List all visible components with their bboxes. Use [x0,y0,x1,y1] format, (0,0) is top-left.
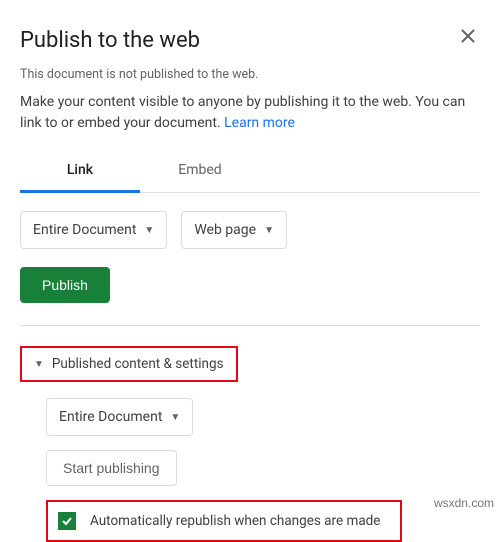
scope-dropdown-label: Entire Document [33,222,136,238]
settings-header-label: Published content & settings [52,356,224,372]
published-content-settings-toggle[interactable]: ▼ Published content & settings [24,350,234,378]
settings-scope-dropdown[interactable]: Entire Document ▼ [46,398,193,436]
dialog-title: Publish to the web [20,28,200,53]
caret-down-icon: ▼ [170,412,180,423]
options-row: Entire Document ▼ Web page ▼ [20,211,480,249]
settings-body: Entire Document ▼ Start publishing Autom… [20,382,480,542]
tab-bar: Link Embed [20,152,480,193]
highlight-auto-republish: Automatically republish when changes are… [46,500,402,542]
caret-down-icon: ▼ [144,225,154,236]
scope-dropdown[interactable]: Entire Document ▼ [20,211,167,249]
tab-embed[interactable]: Embed [140,152,260,192]
auto-republish-label: Automatically republish when changes are… [90,513,380,529]
highlight-settings-header: ▼ Published content & settings [20,346,238,382]
format-dropdown-label: Web page [194,222,256,238]
tab-link[interactable]: Link [20,152,140,193]
chevron-down-icon: ▼ [34,359,44,370]
close-icon[interactable] [456,24,480,48]
settings-scope-label: Entire Document [59,409,162,425]
dialog-description: Make your content visible to anyone by p… [20,92,480,134]
format-dropdown[interactable]: Web page ▼ [181,211,287,249]
start-publishing-button[interactable]: Start publishing [46,450,177,486]
publish-status-text: This document is not published to the we… [20,67,480,82]
publish-button[interactable]: Publish [20,267,110,303]
auto-republish-checkbox[interactable] [58,512,76,530]
divider [20,325,480,326]
caret-down-icon: ▼ [264,225,274,236]
learn-more-link[interactable]: Learn more [224,115,295,131]
publish-dialog: Publish to the web This document is not … [0,0,500,542]
watermark: wsxdn.com [434,496,494,510]
dialog-header: Publish to the web [20,20,480,67]
